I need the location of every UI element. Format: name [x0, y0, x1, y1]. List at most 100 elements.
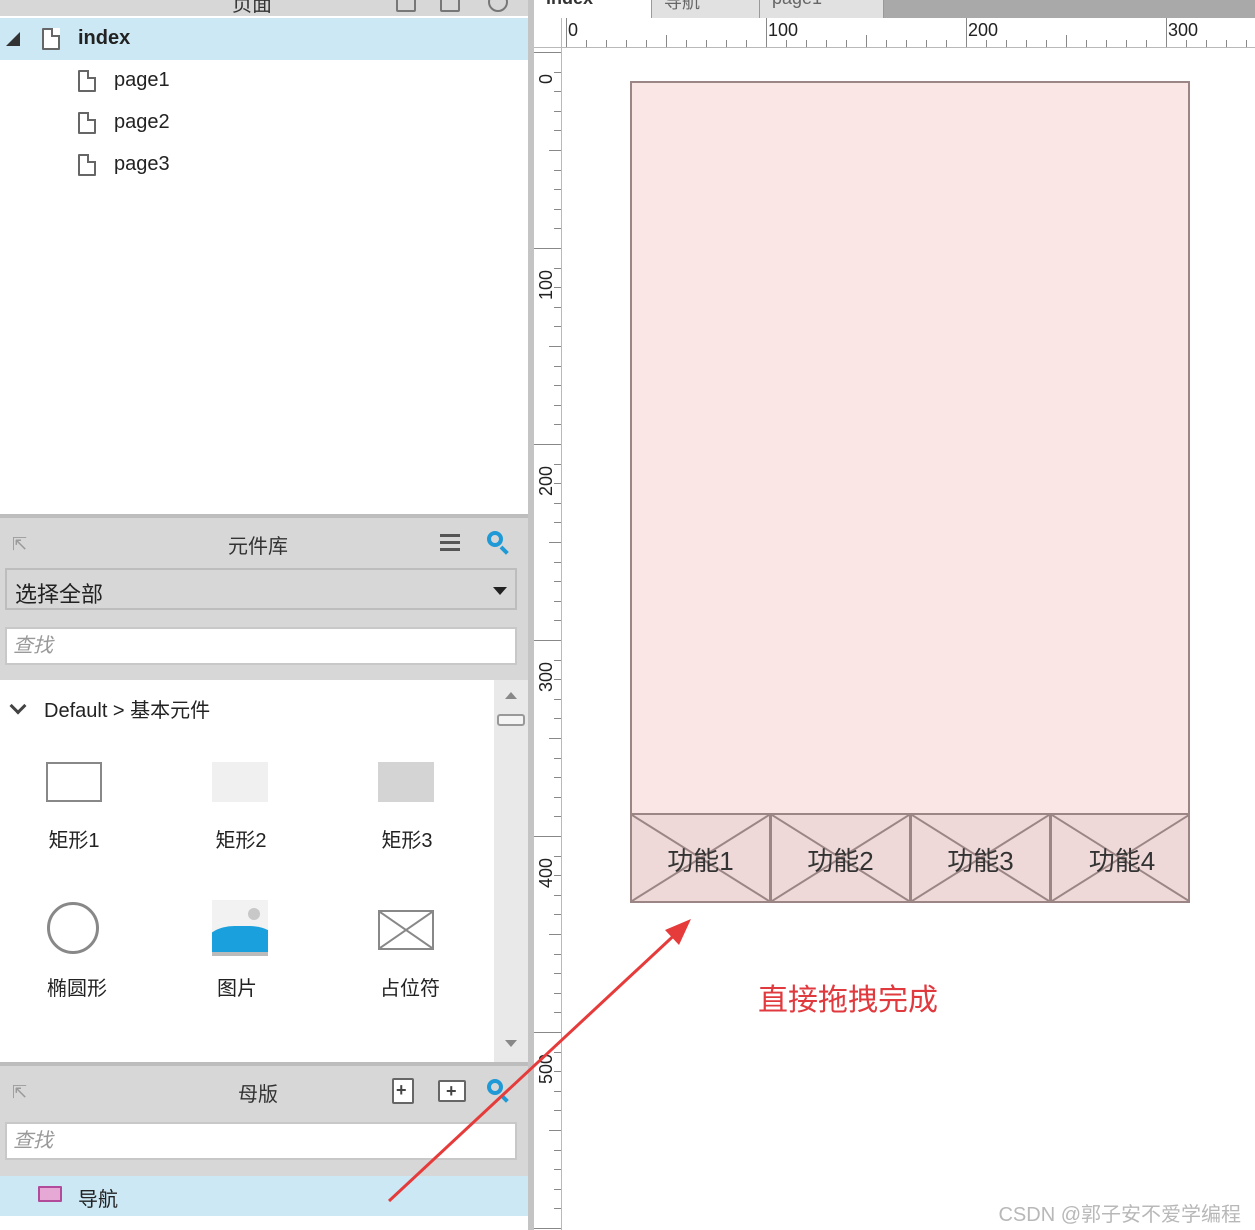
ruler-tick [1086, 40, 1087, 47]
ruler-tick [554, 1051, 561, 1053]
chevron-down-icon [493, 587, 507, 595]
ruler-tick [554, 1188, 561, 1190]
ruler-tick [554, 424, 561, 426]
ruler-tick [1026, 40, 1027, 47]
ruler-label: 200 [536, 465, 556, 496]
widget-label: 占位符 [380, 978, 440, 1000]
search-icon[interactable] [486, 530, 510, 555]
ruler-tick [554, 267, 561, 269]
widget-ellipse[interactable]: 椭圆形 [0, 898, 160, 1018]
widget-image[interactable]: 图片 [160, 898, 320, 1018]
ruler-tick [534, 836, 561, 837]
library-group-label[interactable]: Default > 基本元件 [44, 694, 210, 723]
nav-item-label: 功能2 [807, 846, 874, 876]
ruler-tick [1166, 18, 1167, 47]
menu-icon[interactable] [440, 534, 460, 552]
scroll-down-icon[interactable] [505, 1040, 517, 1047]
masters-search-input[interactable] [5, 1122, 517, 1160]
ruler-tick [554, 1208, 561, 1210]
add-folder-icon[interactable] [438, 1080, 466, 1102]
ruler-tick [534, 1228, 561, 1229]
ruler-tick [806, 40, 807, 47]
nav-item-2[interactable]: 功能2 [772, 815, 912, 901]
nav-item-label: 功能3 [947, 846, 1014, 876]
widget-label: 图片 [217, 978, 257, 1000]
collapse-arrow-icon[interactable]: ⇱ [12, 534, 27, 555]
scroll-thumb[interactable] [497, 714, 525, 726]
search-icon[interactable] [488, 0, 508, 12]
library-panel-title: 元件库 [228, 536, 288, 558]
add-folder-icon[interactable] [440, 0, 460, 12]
tree-item-index[interactable]: index [0, 18, 528, 60]
collapse-arrow-icon[interactable]: ⇱ [12, 1082, 27, 1103]
ruler-label: 400 [536, 857, 556, 888]
ruler-tick [554, 1169, 561, 1171]
widget-rectangle3[interactable]: 矩形3 [326, 756, 486, 876]
ellipse-icon [47, 902, 99, 954]
add-master-icon[interactable] [392, 1078, 414, 1104]
ruler-tick [554, 757, 561, 759]
ruler-tick [1066, 35, 1067, 47]
add-page-icon[interactable] [396, 0, 416, 12]
ruler-tick [554, 326, 561, 328]
ruler-tick [534, 640, 561, 641]
tab-page1[interactable]: page1 [760, 0, 884, 18]
ruler-tick [554, 620, 561, 622]
ruler-tick [554, 894, 561, 896]
widget-placeholder[interactable]: 占位符 [326, 898, 486, 1018]
ruler-tick [906, 40, 907, 47]
chevron-down-icon[interactable] [9, 697, 27, 715]
page-icon [78, 70, 96, 92]
ruler-tick [1186, 40, 1187, 47]
nav-item-label: 功能1 [667, 846, 734, 876]
ruler-tick [706, 40, 707, 47]
ruler-tick [1126, 40, 1127, 47]
annotation-text: 直接拖拽完成 [758, 983, 938, 1018]
ruler-label: 100 [768, 20, 799, 40]
ruler-tick [554, 796, 561, 798]
ruler-tick [554, 698, 561, 700]
ruler-tick [549, 934, 561, 935]
ruler-label: 300 [1168, 20, 1199, 40]
ruler-tick [554, 561, 561, 563]
tab-index[interactable]: index [534, 0, 652, 18]
ruler-tick [554, 522, 561, 524]
master-item-nav[interactable]: 导航 [0, 1176, 528, 1216]
ruler-tick [1106, 40, 1107, 47]
tab-nav[interactable]: 导航 [652, 0, 760, 18]
library-scrollbar[interactable] [494, 680, 528, 1062]
ruler-tick [554, 404, 561, 406]
rectangle-gray-icon [378, 762, 434, 802]
widget-label: 椭圆形 [47, 978, 107, 1000]
ruler-tick [986, 40, 987, 47]
ruler-label: 100 [536, 269, 556, 300]
library-select[interactable]: 选择全部 [5, 568, 517, 610]
nav-item-3[interactable]: 功能3 [912, 815, 1052, 901]
nav-master-instance[interactable]: 功能1 功能2 功能3 功能4 [630, 813, 1190, 903]
nav-item-4[interactable]: 功能4 [1052, 815, 1192, 901]
ruler-tick [554, 385, 561, 387]
collapse-triangle-icon[interactable] [6, 32, 20, 46]
library-search-input[interactable] [5, 627, 517, 665]
widget-rectangle1[interactable]: 矩形1 [0, 756, 160, 876]
ruler-tick [554, 189, 561, 191]
pages-panel-header: 页面 [0, 0, 528, 16]
page-icon [78, 154, 96, 176]
widget-rectangle2[interactable]: 矩形2 [160, 756, 320, 876]
pages-panel: 页面 index page1 page2 page3 [0, 0, 528, 516]
ruler-tick [534, 248, 561, 249]
ruler-tick [554, 306, 561, 308]
nav-item-1[interactable]: 功能1 [632, 815, 772, 901]
tree-item-page3[interactable]: page3 [0, 144, 528, 186]
ruler-tick [534, 1032, 561, 1033]
ruler-tick [554, 228, 561, 230]
scroll-up-icon[interactable] [505, 692, 517, 699]
tree-item-page2[interactable]: page2 [0, 102, 528, 144]
ruler-tick [554, 169, 561, 171]
master-item-label: 导航 [78, 1189, 118, 1211]
tree-item-page1[interactable]: page1 [0, 60, 528, 102]
search-icon[interactable] [486, 1078, 510, 1103]
widget-label: 矩形1 [48, 830, 100, 852]
page-background-rectangle[interactable] [630, 81, 1190, 815]
ruler-tick [666, 35, 667, 47]
